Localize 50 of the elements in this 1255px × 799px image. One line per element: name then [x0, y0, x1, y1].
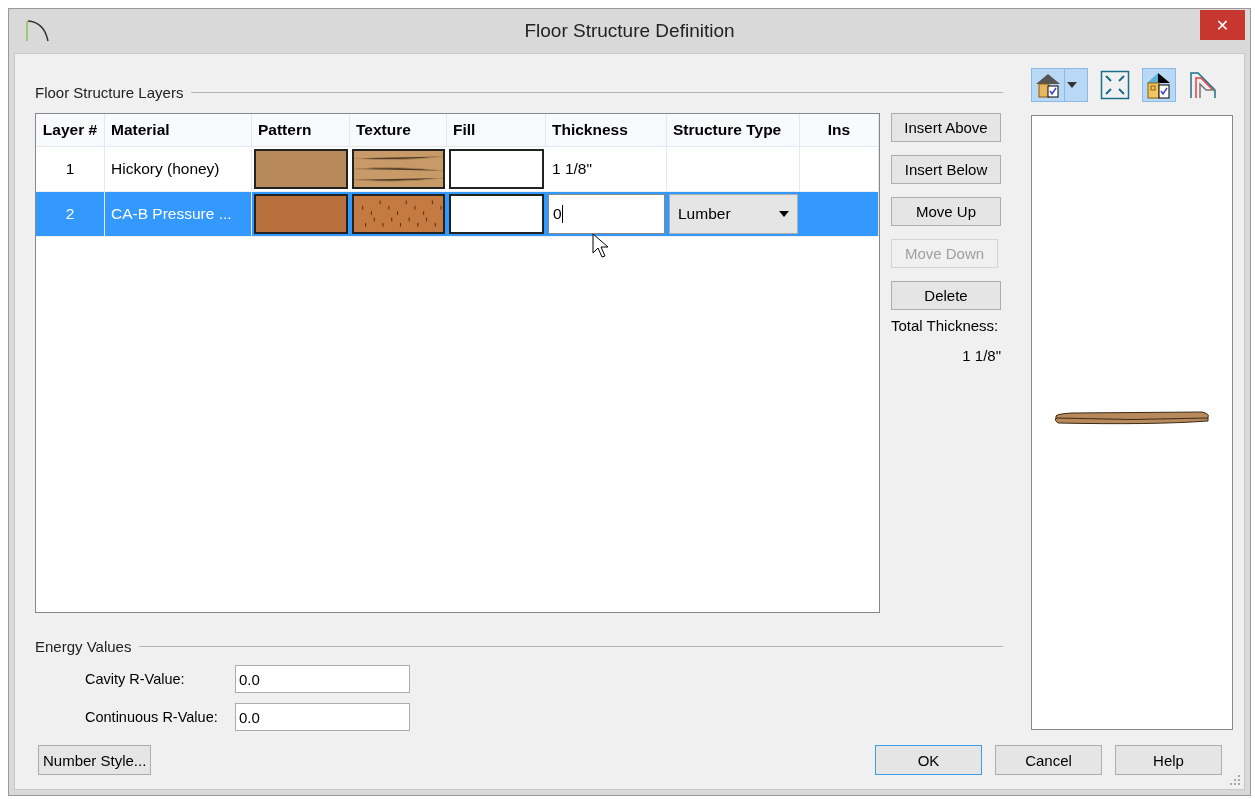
table-cell: 1 1/8" — [546, 147, 667, 191]
r-value-field[interactable]: 0.0 — [235, 703, 410, 731]
resize-grip-icon — [1230, 775, 1240, 785]
pattern-swatch[interactable] — [254, 149, 348, 189]
window-title: Floor Structure Definition — [524, 20, 735, 42]
close-button[interactable]: ✕ — [1200, 10, 1245, 40]
group-title: Floor Structure Layers — [35, 83, 184, 101]
table-cell: 2 — [36, 192, 105, 236]
column-header[interactable]: Ins — [800, 114, 879, 146]
total-thickness-label: Total Thickness: — [891, 317, 1000, 334]
action-button[interactable]: Insert Below — [891, 155, 1001, 184]
action-button[interactable]: Insert Above — [891, 113, 1001, 142]
column-header[interactable]: Material — [105, 114, 252, 146]
dialog-button[interactable]: OK — [875, 745, 982, 775]
table-row[interactable]: 2 CA-B Pressure ... 0 Lumber — [36, 192, 879, 237]
table-cell: 1 — [36, 147, 105, 191]
table-cell: Hickory (honey) — [105, 147, 252, 191]
color-view-button[interactable] — [1142, 68, 1176, 102]
arc-icon — [26, 19, 50, 43]
column-header[interactable]: Thickness — [546, 114, 667, 146]
field-label: Continuous R-Value: — [84, 709, 219, 725]
column-header[interactable]: Layer # — [36, 114, 105, 146]
fill-swatch[interactable] — [449, 194, 544, 234]
thickness-field[interactable]: 0 — [548, 194, 665, 234]
house-view-button[interactable] — [1031, 68, 1088, 102]
caret-icon — [1067, 82, 1077, 88]
pattern-swatch[interactable] — [254, 194, 348, 234]
structure-type-dropdown[interactable]: Lumber — [669, 194, 798, 234]
number-style-button[interactable]: Number Style... — [38, 745, 152, 775]
table-cell: CA-B Pressure ... — [105, 192, 252, 236]
fit-view-button[interactable] — [1098, 68, 1132, 102]
fill-swatch[interactable] — [449, 149, 544, 189]
group-title: Energy Values — [35, 637, 132, 655]
column-header[interactable]: Fill — [447, 114, 546, 146]
caret-icon — [779, 211, 789, 217]
column-header[interactable]: Texture — [350, 114, 447, 146]
r-value-field[interactable]: 0.0 — [235, 665, 410, 693]
action-button[interactable]: Move Up — [891, 197, 1001, 226]
column-header[interactable]: Structure Type — [667, 114, 800, 146]
action-button[interactable]: Delete — [891, 281, 1001, 310]
texture-swatch[interactable] — [352, 194, 445, 234]
texture-swatch[interactable] — [352, 149, 445, 189]
table-row[interactable]: 1 Hickory (honey) 1 1/8" — [36, 147, 879, 192]
dialog-button[interactable]: Help — [1115, 745, 1222, 775]
house-icon — [1034, 71, 1062, 99]
dialog-button[interactable]: Cancel — [995, 745, 1102, 775]
field-label: Cavity R-Value: — [84, 671, 186, 687]
column-header[interactable]: Pattern — [252, 114, 350, 146]
mouse-cursor-icon — [592, 233, 610, 259]
total-thickness-value: 1 1/8" — [961, 347, 1001, 364]
